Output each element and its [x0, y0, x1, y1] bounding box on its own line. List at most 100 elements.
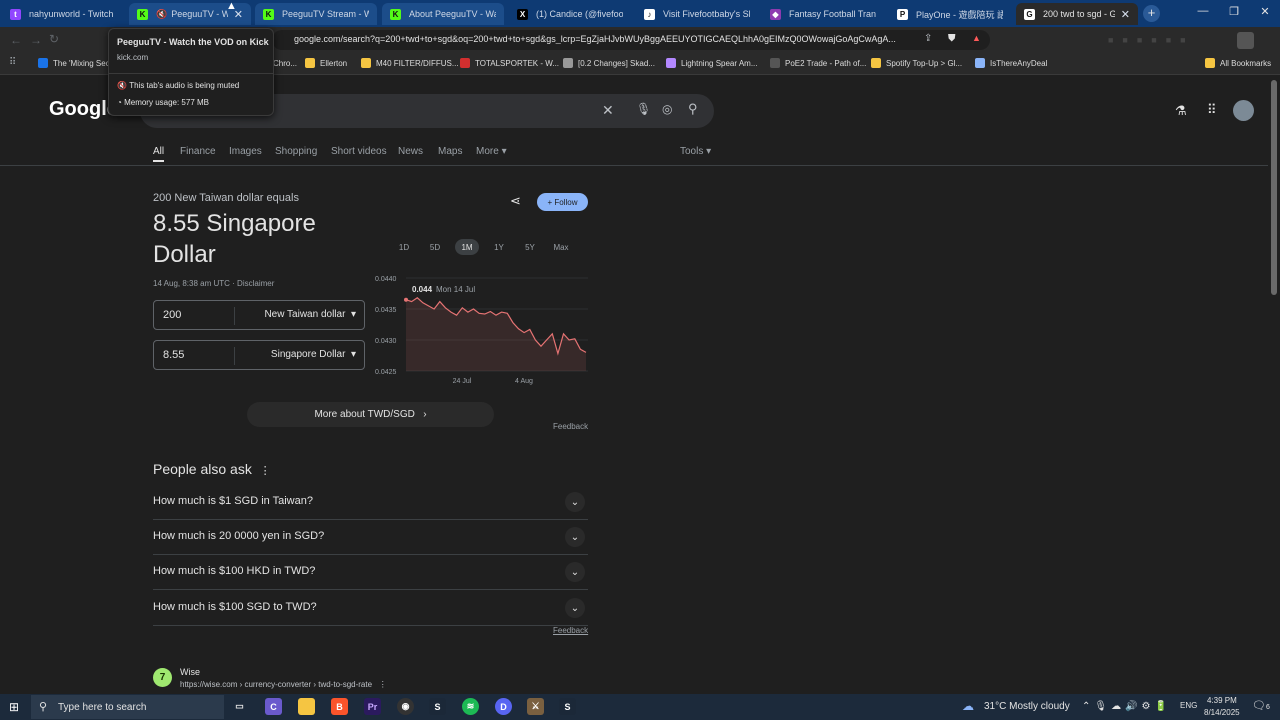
result-site-name[interactable]: Wise	[180, 667, 200, 677]
copilot-icon[interactable]: C	[265, 698, 282, 715]
clear-icon[interactable]: ✕	[602, 102, 614, 119]
chevron-down-icon[interactable]: ⌄	[565, 492, 585, 512]
to-currency-select[interactable]: Singapore Dollar ▾	[271, 349, 356, 360]
mic-icon[interactable]: 🎙	[636, 102, 651, 116]
range-button-5y[interactable]: 5Y	[518, 239, 542, 255]
spotify-icon[interactable]: ≋	[462, 698, 479, 715]
share-result-icon[interactable]: ⋖	[510, 193, 521, 209]
bookmark-item[interactable]: Lightning Spear Am...	[666, 58, 758, 68]
minimize-button[interactable]: —	[1188, 5, 1218, 17]
steam-app-icon[interactable]: S	[559, 698, 576, 715]
range-button-1y[interactable]: 1Y	[487, 239, 511, 255]
paa-feedback-link[interactable]: Feedback	[553, 626, 588, 635]
tools-button[interactable]: Tools ▾	[680, 146, 711, 157]
paa-question[interactable]: How much is 20 0000 yen in SGD?	[153, 530, 324, 542]
file-explorer-icon[interactable]	[298, 698, 315, 715]
nav-tab-all[interactable]: All	[153, 146, 164, 157]
tab-7[interactable]: ◆ Fantasy Football Transfer	[762, 3, 884, 25]
tab-4[interactable]: K About PeeguuTV - Watch	[382, 3, 504, 25]
premiere-icon[interactable]: Pr	[364, 698, 381, 715]
extension-icons[interactable]: ■■■■■■	[1108, 35, 1258, 45]
steam-icon[interactable]: S	[429, 698, 446, 715]
nav-tab-maps[interactable]: Maps	[438, 146, 462, 157]
nav-tab-images[interactable]: Images	[229, 146, 262, 157]
result-url[interactable]: https://wise.com › currency-converter › …	[180, 680, 387, 689]
brave-icon[interactable]: B	[331, 698, 348, 715]
brave-shield-icon[interactable]: ⛊	[948, 33, 956, 44]
disclaimer-link[interactable]: Disclaimer	[237, 279, 274, 288]
account-avatar[interactable]	[1233, 100, 1254, 121]
tab-1[interactable]: t nahyunworld - Twitch	[2, 3, 126, 25]
more-about-button[interactable]: More about TWD/SGD ›	[247, 402, 494, 427]
bookmark-item[interactable]: Spotify Top-Up > Gl...	[871, 58, 962, 68]
apps-icon[interactable]: ⠿	[9, 57, 16, 68]
profile-button[interactable]	[1237, 32, 1254, 49]
bookmark-item[interactable]: The 'Mixing Sec	[38, 58, 110, 68]
notification-icon[interactable]: 🗨6	[1252, 699, 1270, 712]
language-indicator[interactable]: ENG	[1180, 701, 1197, 710]
from-amount-field[interactable]: 200 New Taiwan dollar ▾	[153, 300, 365, 330]
bookmark-item[interactable]: IsThereAnyDeal	[975, 58, 1047, 68]
task-view-icon[interactable]: ▭	[231, 698, 248, 715]
range-button-max[interactable]: Max	[549, 239, 573, 255]
close-window-button[interactable]: ✕	[1250, 5, 1280, 18]
exchange-rate-chart[interactable]: 0.0440 0.0435 0.0430 0.0425 0.044 Mon 14 Jul 2…	[372, 268, 590, 388]
tab-8[interactable]: P PlayOne - 遊戲陪玩 語音	[889, 3, 1011, 25]
nav-tab-shopping[interactable]: Shopping	[275, 146, 317, 157]
bookmark-item[interactable]: M40 FILTER/DIFFUS...	[361, 58, 459, 68]
forward-icon[interactable]: →	[30, 33, 42, 47]
range-button-5d[interactable]: 5D	[423, 239, 447, 255]
search-icon[interactable]: ⚲	[688, 101, 698, 117]
tab-5[interactable]: X (1) Candice (@fivefootsm	[509, 3, 631, 25]
discord-icon[interactable]: D	[495, 698, 512, 715]
range-button-1d[interactable]: 1D	[392, 239, 416, 255]
labs-icon[interactable]: ⚗	[1175, 103, 1187, 119]
nav-tab-news[interactable]: News	[398, 146, 423, 157]
chevron-down-icon[interactable]: ⌄	[565, 562, 585, 582]
to-amount-value: 8.55	[163, 349, 185, 361]
nav-tab-short-videos[interactable]: Short videos	[331, 146, 387, 157]
feedback-link[interactable]: Feedback	[553, 422, 588, 431]
brave-rewards-icon[interactable]: ▲	[972, 33, 981, 43]
follow-button[interactable]: + Follow	[537, 193, 588, 211]
paa-question[interactable]: How much is $100 HKD in TWD?	[153, 565, 315, 577]
bookmark-item[interactable]: Ellerton	[305, 58, 347, 68]
apps-grid-icon[interactable]: ⠿	[1207, 102, 1217, 118]
chevron-down-icon[interactable]: ⌄	[565, 527, 585, 547]
tray-icons[interactable]: ⌃🎙☁🔊⚙🔋	[1082, 701, 1171, 712]
bookmark-item[interactable]: PoE2 Trade - Path of...	[770, 58, 866, 68]
windows-start-icon[interactable]: ⊞	[9, 700, 19, 714]
more-options-icon[interactable]: ⋮	[260, 465, 271, 477]
game-icon[interactable]: ⚔	[527, 698, 544, 715]
clock-time[interactable]: 4:39 PM	[1207, 696, 1237, 705]
range-button-1m[interactable]: 1M	[455, 239, 479, 255]
obs-icon[interactable]: ◉	[397, 698, 414, 715]
bookmark-item[interactable]: [0.2 Changes] Skad...	[563, 58, 655, 68]
lens-icon[interactable]: ◎	[662, 102, 672, 116]
taskbar-search[interactable]: ⚲ Type here to search	[31, 695, 224, 719]
address-bar[interactable]: google.com/search?q=200+twd+to+sgd&oq=20…	[272, 30, 990, 50]
maximize-button[interactable]: ❐	[1219, 5, 1249, 18]
to-amount-field[interactable]: 8.55 Singapore Dollar ▾	[153, 340, 365, 370]
tab-9[interactable]: G 200 twd to sgd - Goo ✕	[1016, 3, 1138, 25]
clock-date[interactable]: 8/14/2025	[1204, 708, 1240, 717]
paa-question[interactable]: How much is $100 SGD to TWD?	[153, 601, 317, 613]
reload-icon[interactable]: ↻	[49, 32, 59, 46]
weather-text[interactable]: 31°C Mostly cloudy	[984, 701, 1070, 712]
tab-3[interactable]: K PeeguuTV Stream - Watch	[255, 3, 377, 25]
bookmark-item[interactable]: TOTALSPORTEK - W...	[460, 58, 559, 68]
nav-tab-finance[interactable]: Finance	[180, 146, 216, 157]
chevron-down-icon[interactable]: ⌄	[565, 598, 585, 618]
nav-tab-more[interactable]: More ▾	[476, 146, 507, 157]
paa-question[interactable]: How much is $1 SGD in Taiwan?	[153, 495, 313, 507]
from-currency-select[interactable]: New Taiwan dollar ▾	[264, 309, 356, 320]
muted-tab-icon[interactable]: 🔇	[156, 9, 167, 20]
bookmark-item[interactable]: All Bookmarks	[1205, 58, 1271, 68]
share-icon[interactable]: ⇪	[924, 33, 932, 44]
close-tab-icon[interactable]: ✕	[1121, 8, 1130, 21]
tab-6[interactable]: ♪ Visit Fivefootbaby's Shop!	[636, 3, 758, 25]
to-currency-label: Singapore Dollar	[270, 349, 346, 360]
page-scrollbar[interactable]	[1271, 80, 1277, 295]
back-icon[interactable]: ←	[10, 33, 22, 47]
new-tab-button[interactable]: +	[1143, 5, 1160, 22]
